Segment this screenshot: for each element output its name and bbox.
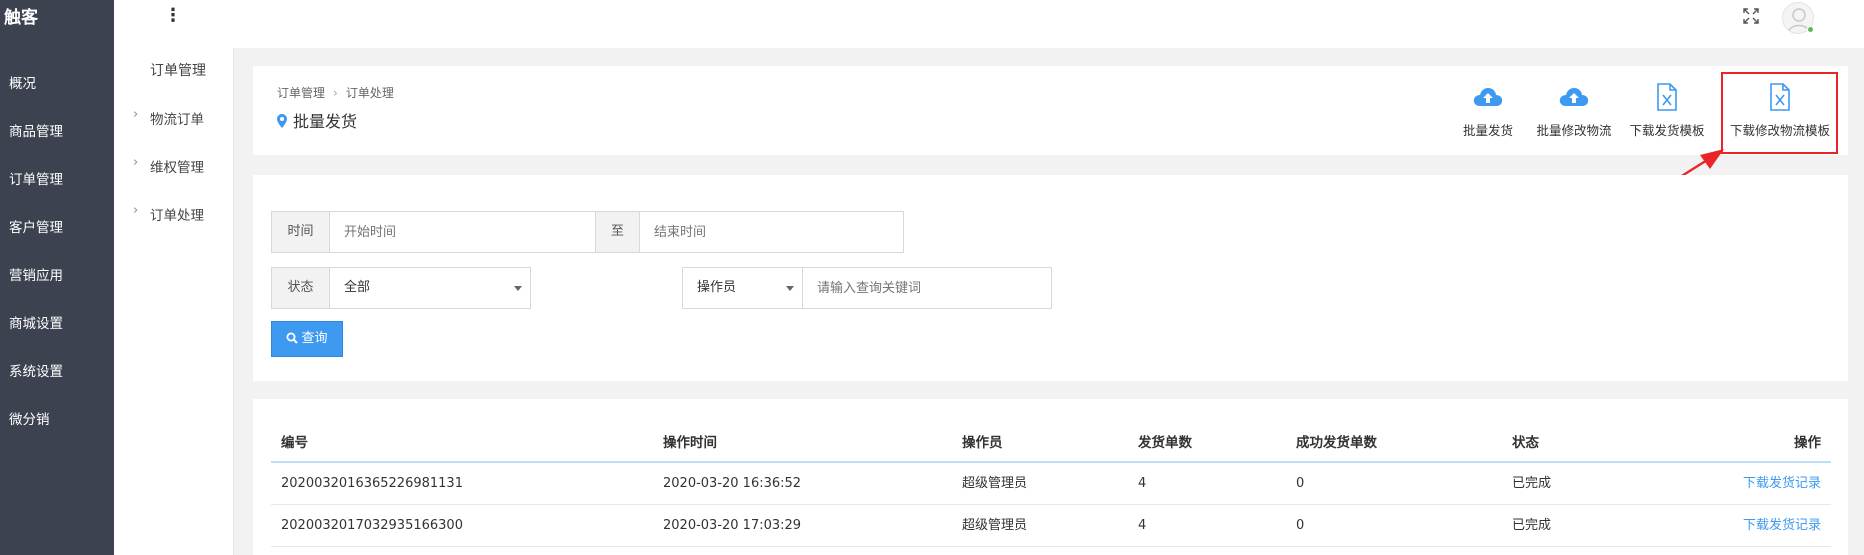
cell-operator: 超级管理员 (962, 476, 1028, 491)
online-status-dot (1807, 26, 1814, 33)
header-operator: 操作员 (962, 435, 1003, 451)
sub-nav-item-order-processing[interactable]: › 订单处理 (114, 203, 233, 251)
main-sidebar: 触客 概况 商品管理 订单管理 客户管理 营销应用 商城设置 系统设置 微分销 (0, 0, 114, 555)
cell-shipped: 4 (1138, 518, 1147, 533)
breadcrumb: 订单管理 › 订单处理 (277, 84, 394, 101)
nav-item-products[interactable]: 商品管理 (0, 124, 114, 172)
chevron-right-icon: › (133, 155, 139, 170)
nav-item-system-settings[interactable]: 系统设置 (0, 364, 114, 412)
operator-select-value: 操作员 (697, 280, 737, 295)
sub-sidebar-title: 订单管理 (150, 63, 206, 79)
header-action: 操作 (1794, 435, 1821, 451)
header-shipped: 发货单数 (1138, 435, 1192, 451)
download-record-link[interactable]: 下载发货记录 (1743, 505, 1821, 547)
brand-logo: 触客 (4, 8, 38, 28)
header-status: 状态 (1512, 435, 1539, 451)
batch-update-logistics-label: 批量修改物流 (1536, 123, 1612, 138)
cell-shipped: 4 (1138, 476, 1147, 491)
excel-file-icon (1770, 83, 1790, 111)
main-nav: 概况 商品管理 订单管理 客户管理 营销应用 商城设置 系统设置 微分销 (0, 76, 114, 460)
page-header-panel: 订单管理 › 订单处理 批量发货 批量发货 批量修改物流 下载发货模板 下载修改… (253, 66, 1848, 155)
to-label: 至 (595, 211, 640, 253)
vertical-dots-icon[interactable]: ⋮ (164, 5, 182, 26)
operator-select[interactable]: 操作员 (682, 267, 803, 309)
batch-ship-label: 批量发货 (1462, 123, 1513, 138)
keyword-search-input[interactable] (802, 267, 1052, 309)
sub-nav-item-logistics-orders[interactable]: › 物流订单 (114, 107, 233, 155)
nav-item-customers[interactable]: 客户管理 (0, 220, 114, 268)
breadcrumb-item-processing[interactable]: 订单处理 (346, 86, 394, 100)
cell-time: 2020-03-20 16:36:52 (663, 476, 802, 491)
table-panel: 编号 操作时间 操作员 发货单数 成功发货单数 状态 操作 2020032016… (253, 399, 1848, 555)
cell-status: 已完成 (1512, 518, 1552, 533)
sub-nav-item-rights[interactable]: › 维权管理 (114, 155, 233, 203)
table-row: 202003201636522698113​1 2020-03-20 16:36… (271, 463, 1831, 505)
cell-id: 20200320170329351663​00 (281, 518, 463, 533)
fullscreen-icon[interactable] (1741, 6, 1761, 26)
sub-nav-label: 维权管理 (150, 160, 204, 176)
cell-success: 0 (1296, 476, 1305, 491)
download-ship-template-label: 下载发货模板 (1629, 123, 1705, 138)
table-header: 编号 操作时间 操作员 发货单数 成功发货单数 状态 操作 (271, 424, 1831, 463)
sub-nav: › 物流订单 › 维权管理 › 订单处理 (114, 107, 233, 251)
table-row: 20200320170329351663​00 2020-03-20 17:03… (271, 505, 1831, 547)
breadcrumb-separator: › (333, 86, 338, 100)
download-logistics-template-button[interactable]: 下载修改物流模板 (1724, 82, 1836, 142)
location-pin-icon (277, 114, 287, 128)
cell-status: 已完成 (1512, 476, 1552, 491)
download-record-link[interactable]: 下载发货记录 (1743, 463, 1821, 505)
page-title-text: 批量发货 (293, 112, 358, 131)
cell-success: 0 (1296, 518, 1305, 533)
nav-item-shop-settings[interactable]: 商城设置 (0, 316, 114, 364)
header-id: 编号 (281, 435, 308, 451)
page-title: 批量发货 (277, 108, 357, 132)
sub-nav-label: 订单处理 (150, 208, 204, 224)
status-label: 状态 (271, 267, 330, 309)
top-header: ⋮ (114, 0, 1864, 48)
end-time-input[interactable] (639, 211, 904, 253)
nav-item-distribution[interactable]: 微分销 (0, 412, 114, 460)
filter-panel: 时间 至 状态 全部 操作员 查询 (253, 175, 1848, 381)
query-button-label: 查询 (301, 331, 328, 346)
caret-down-icon (514, 286, 522, 291)
status-select[interactable]: 全部 (329, 267, 531, 309)
sub-nav-label: 物流订单 (150, 112, 204, 128)
cloud-upload-icon (1473, 88, 1503, 106)
header-success: 成功发货单数 (1296, 435, 1377, 451)
batch-ship-button[interactable]: 批量发货 (1457, 82, 1519, 142)
breadcrumb-item-orders[interactable]: 订单管理 (277, 86, 325, 100)
nav-item-overview[interactable]: 概况 (0, 76, 114, 124)
nav-item-orders[interactable]: 订单管理 (0, 172, 114, 220)
header-time: 操作时间 (663, 435, 717, 451)
start-time-input[interactable] (329, 211, 596, 253)
chevron-right-icon: › (133, 203, 139, 218)
download-logistics-template-label: 下载修改物流模板 (1729, 123, 1830, 138)
nav-item-marketing[interactable]: 营销应用 (0, 268, 114, 316)
cell-time: 2020-03-20 17:03:29 (663, 518, 802, 533)
chevron-right-icon: › (133, 107, 139, 122)
status-select-value: 全部 (344, 280, 371, 295)
time-label: 时间 (271, 211, 330, 253)
cell-id: 202003201636522698113​1 (281, 476, 463, 491)
batch-update-logistics-button[interactable]: 批量修改物流 (1528, 82, 1620, 142)
cloud-upload-icon (1559, 88, 1589, 106)
search-icon (286, 332, 299, 344)
query-button[interactable]: 查询 (271, 321, 343, 357)
cell-operator: 超级管理员 (962, 518, 1028, 533)
caret-down-icon (786, 286, 794, 291)
excel-file-icon (1657, 83, 1677, 111)
shipment-table: 编号 操作时间 操作员 发货单数 成功发货单数 状态 操作 2020032016… (271, 424, 1831, 547)
download-ship-template-button[interactable]: 下载发货模板 (1625, 82, 1709, 142)
sub-sidebar: 订单管理 › 物流订单 › 维权管理 › 订单处理 (114, 48, 234, 555)
